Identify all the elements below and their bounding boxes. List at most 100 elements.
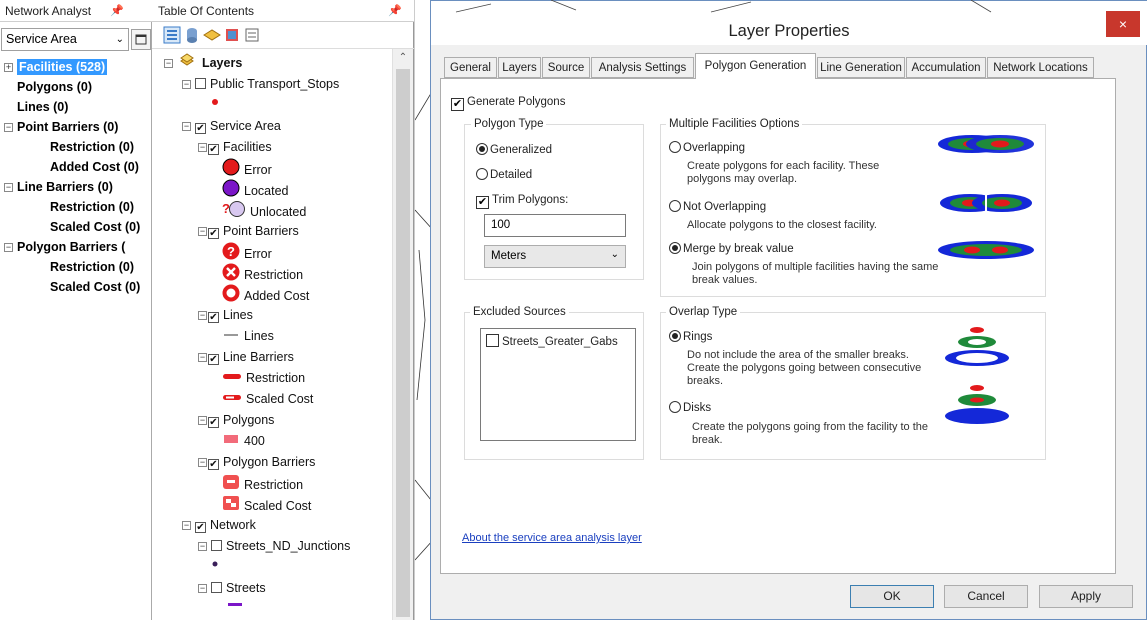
na-tree-item[interactable]: Restriction (0) bbox=[50, 138, 134, 157]
toc-layer-row[interactable]: − ✔ Line Barriers bbox=[198, 347, 294, 368]
na-tree-item[interactable]: + Facilities (528) bbox=[4, 58, 108, 77]
checkbox-checked-icon[interactable]: ✔ bbox=[451, 98, 464, 111]
excluded-source-item[interactable]: Streets_Greater_Gabs bbox=[486, 334, 618, 349]
toc-layer-row[interactable]: − ✔ Point Barriers bbox=[198, 221, 299, 242]
toc-scrollbar[interactable]: ⌃ bbox=[392, 49, 413, 620]
checkbox-checked-icon[interactable]: ✔ bbox=[208, 417, 219, 428]
apply-button[interactable]: Apply bbox=[1039, 585, 1133, 608]
units-dropdown[interactable]: Meters ⌄ bbox=[484, 245, 626, 268]
overlapping-radio[interactable]: Overlapping bbox=[669, 141, 745, 155]
checkbox-checked-icon[interactable]: ✔ bbox=[476, 196, 489, 209]
generate-polygons-checkbox[interactable]: ✔ Generate Polygons bbox=[451, 95, 565, 111]
na-tree-item[interactable]: Scaled Cost (0) bbox=[50, 218, 140, 237]
collapse-icon[interactable]: − bbox=[198, 353, 207, 362]
trim-polygons-checkbox[interactable]: ✔ Trim Polygons: bbox=[476, 193, 568, 209]
checkbox-checked-icon[interactable]: ✔ bbox=[195, 522, 206, 533]
checkbox-icon[interactable] bbox=[211, 540, 222, 551]
toc-root-layers[interactable]: − Layers bbox=[164, 53, 242, 74]
collapse-icon[interactable]: − bbox=[198, 458, 207, 467]
cancel-button[interactable]: Cancel bbox=[944, 585, 1028, 608]
list-by-selection-icon[interactable] bbox=[226, 29, 238, 41]
collapse-icon[interactable]: − bbox=[198, 143, 207, 152]
list-by-source-icon[interactable] bbox=[187, 28, 197, 43]
collapse-icon[interactable]: − bbox=[4, 183, 13, 192]
toc-pin-close[interactable]: 📌 bbox=[388, 0, 402, 22]
na-tree-item[interactable]: − Polygon Barriers ( bbox=[4, 238, 125, 257]
toc-layer-row[interactable]: − ✔ Polygon Barriers bbox=[198, 452, 315, 473]
collapse-icon[interactable]: − bbox=[182, 122, 191, 131]
toc-layer-row[interactable]: − ✔ Lines bbox=[198, 305, 253, 326]
toc-layer-row[interactable]: − Public Transport_Stops bbox=[182, 74, 339, 95]
collapse-icon[interactable]: − bbox=[164, 59, 173, 68]
tab-line-generation[interactable]: Line Generation bbox=[817, 57, 905, 78]
options-icon[interactable] bbox=[245, 28, 259, 42]
toc-layer-row[interactable]: − ✔ Polygons bbox=[198, 410, 274, 431]
radio-icon[interactable] bbox=[669, 401, 681, 413]
scroll-up-icon[interactable]: ⌃ bbox=[393, 49, 413, 67]
pin-icon[interactable]: 📌 bbox=[388, 5, 402, 17]
na-tree-item[interactable]: Restriction (0) bbox=[50, 198, 134, 217]
na-tree-item[interactable]: Polygons (0) bbox=[17, 78, 92, 97]
chevron-down-icon[interactable]: ⌄ bbox=[611, 245, 619, 265]
window-button[interactable] bbox=[131, 29, 151, 50]
radio-icon[interactable] bbox=[669, 200, 681, 212]
tab-source[interactable]: Source bbox=[542, 57, 590, 78]
chevron-down-icon[interactable]: ⌄ bbox=[116, 29, 124, 50]
collapse-icon[interactable]: − bbox=[198, 227, 207, 236]
generalized-radio[interactable]: Generalized bbox=[476, 143, 552, 157]
radio-selected-icon[interactable] bbox=[669, 242, 681, 254]
list-by-visibility-icon[interactable] bbox=[203, 29, 221, 41]
analysis-dropdown[interactable]: Service Area ⌄ bbox=[1, 28, 129, 51]
radio-selected-icon[interactable] bbox=[476, 143, 488, 155]
not-overlapping-radio[interactable]: Not Overlapping bbox=[669, 200, 766, 214]
window-icon[interactable] bbox=[132, 30, 150, 49]
detailed-radio[interactable]: Detailed bbox=[476, 168, 532, 182]
pin-icon[interactable]: 📌 bbox=[110, 5, 124, 17]
tab-layers[interactable]: Layers bbox=[498, 57, 541, 78]
checkbox-checked-icon[interactable]: ✔ bbox=[208, 354, 219, 365]
toc-layer-row[interactable]: − Streets bbox=[182, 578, 266, 599]
collapse-icon[interactable]: − bbox=[4, 243, 13, 252]
scrollbar-thumb[interactable] bbox=[396, 69, 410, 617]
collapse-icon[interactable]: − bbox=[198, 584, 207, 593]
tab-general[interactable]: General bbox=[444, 57, 497, 78]
network-analyst-pin-close[interactable]: 📌 bbox=[110, 0, 124, 22]
list-by-drawing-order-icon[interactable] bbox=[163, 26, 181, 44]
collapse-icon[interactable]: − bbox=[198, 416, 207, 425]
toc-layer-row[interactable]: − ✔ Service Area bbox=[182, 116, 281, 137]
close-button[interactable]: × bbox=[1106, 11, 1140, 37]
checkbox-checked-icon[interactable]: ✔ bbox=[208, 144, 219, 155]
trim-distance-input[interactable]: 100 bbox=[484, 214, 626, 237]
na-tree-item[interactable]: Lines (0) bbox=[17, 98, 68, 117]
collapse-icon[interactable]: − bbox=[198, 542, 207, 551]
collapse-icon[interactable]: − bbox=[182, 80, 191, 89]
tab-analysis-settings[interactable]: Analysis Settings bbox=[591, 57, 694, 78]
na-tree-item[interactable]: Scaled Cost (0) bbox=[50, 278, 140, 297]
rings-radio[interactable]: Rings bbox=[669, 330, 712, 344]
na-tree-item[interactable]: − Line Barriers (0) bbox=[4, 178, 113, 197]
merge-by-break-radio[interactable]: Merge by break value bbox=[669, 242, 794, 256]
about-service-area-link[interactable]: About the service area analysis layer bbox=[462, 532, 642, 544]
checkbox-icon[interactable] bbox=[211, 582, 222, 593]
checkbox-icon[interactable] bbox=[195, 78, 206, 89]
tab-polygon-generation[interactable]: Polygon Generation bbox=[695, 53, 816, 79]
checkbox-checked-icon[interactable]: ✔ bbox=[208, 312, 219, 323]
collapse-icon[interactable]: − bbox=[182, 521, 191, 530]
checkbox-checked-icon[interactable]: ✔ bbox=[195, 123, 206, 134]
checkbox-checked-icon[interactable]: ✔ bbox=[208, 459, 219, 470]
checkbox-icon[interactable] bbox=[486, 334, 499, 347]
collapse-icon[interactable]: − bbox=[4, 123, 13, 132]
ok-button[interactable]: OK bbox=[850, 585, 934, 608]
checkbox-checked-icon[interactable]: ✔ bbox=[208, 228, 219, 239]
toc-layer-row[interactable]: − ✔ Network bbox=[182, 515, 256, 536]
excluded-sources-list[interactable]: Streets_Greater_Gabs bbox=[480, 328, 636, 441]
tab-accumulation[interactable]: Accumulation bbox=[906, 57, 986, 78]
toc-layer-row[interactable]: − Streets_ND_Junctions bbox=[182, 536, 350, 557]
radio-icon[interactable] bbox=[476, 168, 488, 180]
close-icon[interactable]: × bbox=[1119, 16, 1127, 32]
toc-layer-row[interactable]: − ✔ Facilities bbox=[198, 137, 272, 158]
tab-network-locations[interactable]: Network Locations bbox=[987, 57, 1094, 78]
collapse-icon[interactable]: − bbox=[198, 311, 207, 320]
na-tree-item[interactable]: Added Cost (0) bbox=[50, 158, 139, 177]
na-tree-item[interactable]: − Point Barriers (0) bbox=[4, 118, 118, 137]
